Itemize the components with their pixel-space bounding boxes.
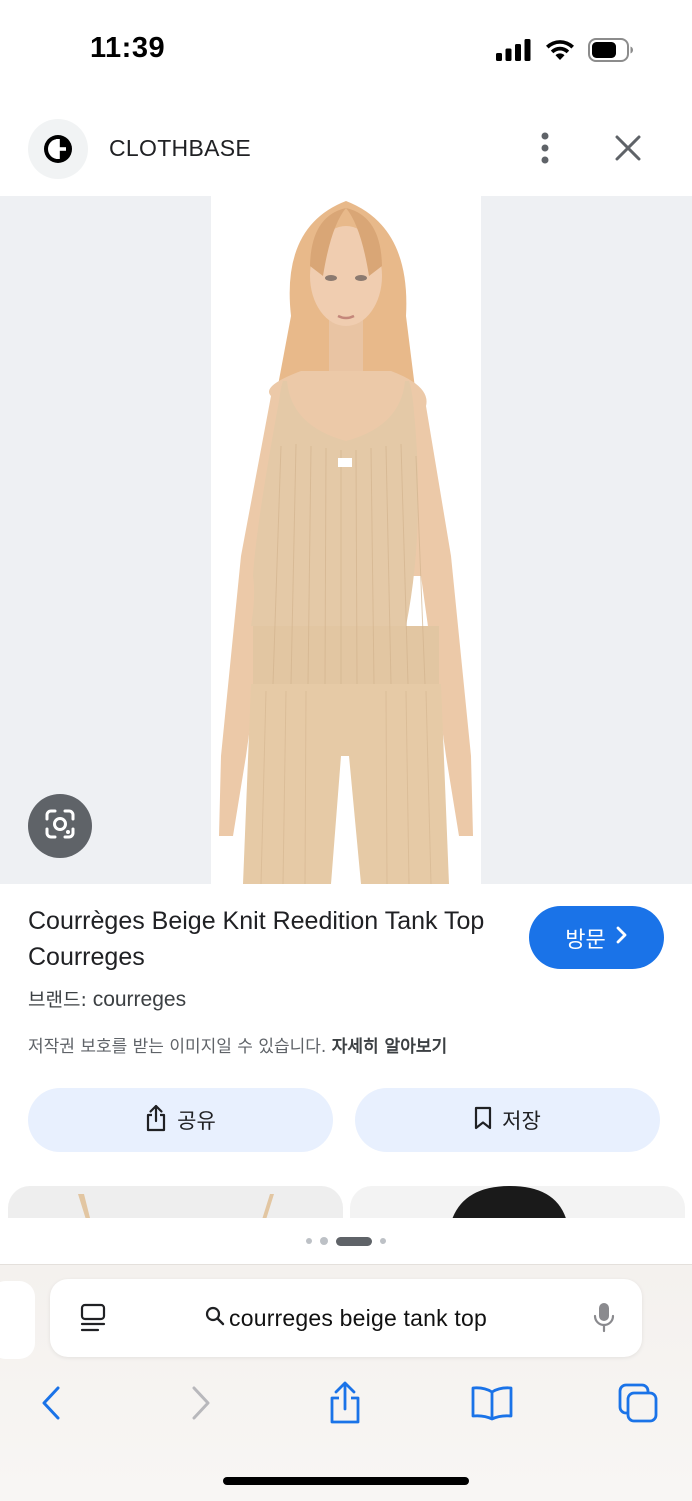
share-button[interactable]: 공유: [28, 1088, 333, 1152]
clothbase-logo-icon[interactable]: [28, 119, 88, 179]
related-image-1[interactable]: [8, 1186, 343, 1218]
lens-search-button[interactable]: [28, 794, 92, 858]
signal-icon: [496, 39, 532, 66]
product-image[interactable]: [211, 196, 481, 884]
tabs-button[interactable]: [614, 1381, 662, 1429]
site-header: CLOTHBASE: [0, 116, 692, 186]
forward-button[interactable]: [177, 1381, 225, 1429]
lens-icon: [43, 807, 77, 846]
carousel-dot-active[interactable]: [336, 1236, 372, 1246]
carousel-dots: [0, 1232, 692, 1250]
related-images-row: [0, 1186, 692, 1218]
save-button[interactable]: 저장: [355, 1088, 660, 1152]
copyright-text: 저작권 보호를 받는 이미지일 수 있습니다.: [28, 1037, 327, 1057]
status-time: 11:39: [90, 32, 166, 64]
search-icon: [205, 1306, 225, 1331]
previous-tab-peek[interactable]: [0, 1281, 35, 1359]
share-icon: [327, 1381, 363, 1430]
bookmark-icon: [474, 1106, 492, 1135]
visit-button[interactable]: 방문: [529, 906, 664, 969]
share-icon: [145, 1104, 167, 1137]
share-page-button[interactable]: [321, 1381, 369, 1429]
visit-label: 방문: [565, 927, 606, 953]
browser-toolbar: [0, 1373, 692, 1433]
chevron-right-icon: [616, 925, 628, 950]
url-text-wrap: courreges beige tank top: [50, 1279, 642, 1357]
close-icon: [614, 134, 642, 167]
learn-more-link[interactable]: 자세히 알아보기: [332, 1037, 447, 1057]
brand-label: 브랜드:: [28, 989, 87, 1011]
more-options-button[interactable]: [525, 128, 565, 172]
product-title[interactable]: Courrèges Beige Knit Reedition Tank Top …: [28, 903, 498, 975]
close-button[interactable]: [606, 128, 650, 172]
save-label: 저장: [502, 1109, 541, 1133]
share-label: 공유: [177, 1109, 216, 1133]
bookmarks-button[interactable]: [468, 1381, 516, 1429]
carousel-dot[interactable]: [306, 1238, 312, 1244]
tabs-icon: [618, 1383, 658, 1428]
wifi-icon: [544, 38, 576, 67]
copyright-notice: 저작권 보호를 받는 이미지일 수 있습니다. 자세히 알아보기: [28, 1032, 447, 1057]
back-button[interactable]: [27, 1381, 75, 1429]
home-indicator[interactable]: [223, 1477, 469, 1485]
address-bar[interactable]: courreges beige tank top: [50, 1279, 642, 1357]
more-vert-icon: [540, 132, 550, 169]
status-bar: 11:39: [0, 0, 692, 100]
microphone-icon[interactable]: [592, 1301, 616, 1340]
url-text: courreges beige tank top: [229, 1304, 487, 1331]
product-image-area[interactable]: [0, 196, 692, 884]
brand-line: 브랜드: courreges: [28, 985, 186, 1012]
related-image-2[interactable]: [350, 1186, 685, 1218]
site-name[interactable]: CLOTHBASE: [109, 135, 251, 162]
brand-value: courreges: [92, 988, 187, 1011]
carousel-dot[interactable]: [320, 1237, 328, 1245]
battery-icon: [588, 38, 634, 67]
status-icons: [496, 38, 634, 67]
browser-bottom-bar: courreges beige tank top: [0, 1264, 692, 1501]
carousel-dot[interactable]: [380, 1238, 386, 1244]
back-icon: [41, 1386, 61, 1425]
forward-icon: [191, 1386, 211, 1425]
bookmarks-icon: [470, 1385, 514, 1426]
